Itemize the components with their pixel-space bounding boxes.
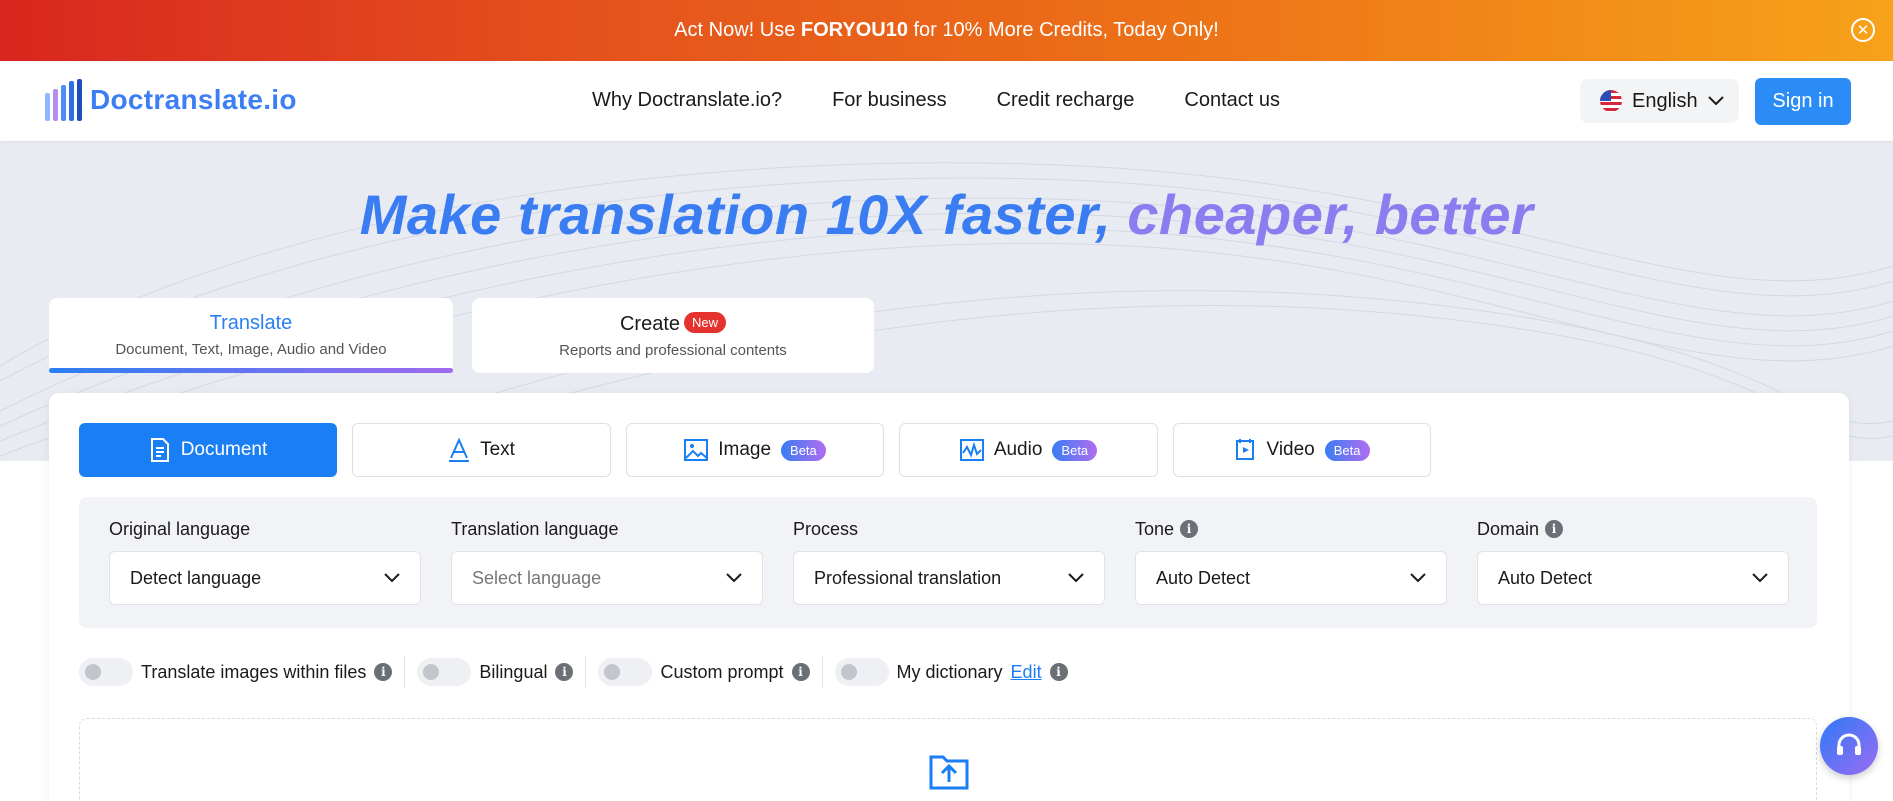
- promo-text: Act Now! Use FORYOU10 for 10% More Credi…: [674, 19, 1219, 41]
- document-type-button[interactable]: Document: [79, 423, 337, 477]
- support-chat-button[interactable]: [1820, 717, 1878, 775]
- process-label: Process: [793, 518, 859, 539]
- domain-label: Domain: [1477, 518, 1540, 539]
- us-flag-icon: [1600, 90, 1622, 112]
- translation-language-select[interactable]: Select language: [451, 551, 763, 605]
- image-type-button[interactable]: Image Beta: [626, 423, 884, 477]
- beta-badge: Beta: [781, 439, 826, 461]
- beta-badge: Beta: [1052, 439, 1098, 461]
- chevron-down-icon: [726, 573, 742, 583]
- chevron-down-icon: [1752, 573, 1768, 583]
- original-language-field: Original language Detect language: [109, 517, 421, 605]
- process-field: Process Professional translation: [793, 517, 1105, 605]
- translation-settings: Original language Detect language Transl…: [79, 497, 1817, 628]
- custom-prompt-option: Custom prompt i: [598, 656, 823, 688]
- my-dictionary-option: My dictionary Edit i: [834, 656, 1080, 688]
- nav-links: Why Doctranslate.io? For business Credit…: [592, 89, 1280, 112]
- translation-language-field: Translation language Select language: [451, 517, 763, 605]
- chevron-down-icon: [1707, 96, 1724, 106]
- document-icon: [150, 438, 169, 462]
- process-select[interactable]: Professional translation: [793, 551, 1105, 605]
- my-dictionary-label: My dictionary: [896, 661, 1003, 682]
- domain-select[interactable]: Auto Detect: [1477, 551, 1789, 605]
- edit-dictionary-link[interactable]: Edit: [1011, 662, 1042, 683]
- close-icon[interactable]: ✕: [1851, 18, 1875, 42]
- tone-field: Tone i Auto Detect: [1135, 517, 1447, 605]
- option-toggles: Translate images within files i Bilingua…: [79, 656, 1092, 688]
- active-tab-indicator: [49, 368, 453, 373]
- nav-link-business[interactable]: For business: [832, 89, 947, 112]
- translation-language-label: Translation language: [451, 518, 619, 539]
- logo-text: Doctranslate.io: [90, 84, 297, 115]
- my-dictionary-toggle[interactable]: [834, 658, 889, 686]
- tab-translate-subtitle: Document, Text, Image, Audio and Video: [115, 341, 387, 358]
- tab-create[interactable]: Create New Reports and professional conte…: [472, 298, 874, 373]
- promo-banner: Act Now! Use FORYOU10 for 10% More Credi…: [0, 0, 1893, 61]
- info-icon[interactable]: i: [555, 663, 574, 681]
- file-drop-zone[interactable]: [79, 718, 1817, 801]
- bilingual-toggle[interactable]: [417, 658, 472, 686]
- tab-create-subtitle: Reports and professional contents: [559, 342, 787, 359]
- text-type-button[interactable]: Text: [352, 423, 611, 477]
- video-icon: [1236, 439, 1255, 460]
- chevron-down-icon: [1068, 573, 1084, 583]
- original-language-select[interactable]: Detect language: [109, 551, 421, 605]
- info-icon[interactable]: i: [1049, 663, 1068, 681]
- custom-prompt-label: Custom prompt: [660, 661, 784, 682]
- original-language-label: Original language: [109, 518, 251, 539]
- info-icon[interactable]: i: [374, 663, 393, 681]
- video-type-button[interactable]: Video Beta: [1173, 423, 1431, 477]
- tone-label: Tone: [1135, 518, 1175, 539]
- info-icon[interactable]: i: [1545, 520, 1564, 538]
- image-icon: [684, 439, 709, 461]
- audio-type-button[interactable]: Audio Beta: [899, 423, 1158, 477]
- translate-images-toggle[interactable]: [79, 658, 133, 686]
- text-icon: [449, 438, 470, 462]
- tab-create-title: Create: [619, 313, 680, 335]
- translate-panel: Document Text Image Beta Audio Beta Vide…: [49, 393, 1849, 801]
- sign-in-button[interactable]: Sign in: [1755, 78, 1851, 125]
- info-icon[interactable]: i: [791, 663, 810, 681]
- chevron-down-icon: [1410, 573, 1426, 583]
- bilingual-option: Bilingual i: [417, 656, 587, 688]
- tone-select[interactable]: Auto Detect: [1135, 551, 1447, 605]
- chevron-down-icon: [384, 573, 400, 583]
- nav-link-contact[interactable]: Contact us: [1184, 89, 1280, 112]
- top-nav: Doctranslate.io Why Doctranslate.io? For…: [0, 61, 1893, 141]
- info-icon[interactable]: i: [1180, 520, 1199, 538]
- headset-icon: [1837, 733, 1861, 755]
- beta-badge: Beta: [1324, 439, 1370, 461]
- translate-images-label: Translate images within files: [141, 661, 367, 682]
- bilingual-label: Bilingual: [479, 661, 548, 682]
- nav-link-credit[interactable]: Credit recharge: [997, 89, 1135, 112]
- language-label: English: [1632, 89, 1698, 112]
- translate-images-option: Translate images within files i: [79, 656, 406, 688]
- domain-field: Domain i Auto Detect: [1477, 517, 1789, 605]
- tab-translate-title: Translate: [209, 312, 293, 334]
- hero-headline: Make translation 10X faster, cheaper, be…: [359, 183, 1534, 246]
- custom-prompt-toggle[interactable]: [598, 658, 653, 686]
- language-selector[interactable]: English: [1580, 79, 1739, 123]
- nav-link-why[interactable]: Why Doctranslate.io?: [592, 89, 782, 112]
- audio-icon: [959, 439, 984, 461]
- logo[interactable]: Doctranslate.io: [45, 79, 297, 121]
- logo-icon: [45, 79, 82, 121]
- new-badge: New: [684, 312, 727, 333]
- promo-code: FORYOU10: [800, 19, 908, 41]
- upload-icon: [929, 755, 969, 790]
- tab-translate[interactable]: Translate Document, Text, Image, Audio a…: [49, 298, 453, 373]
